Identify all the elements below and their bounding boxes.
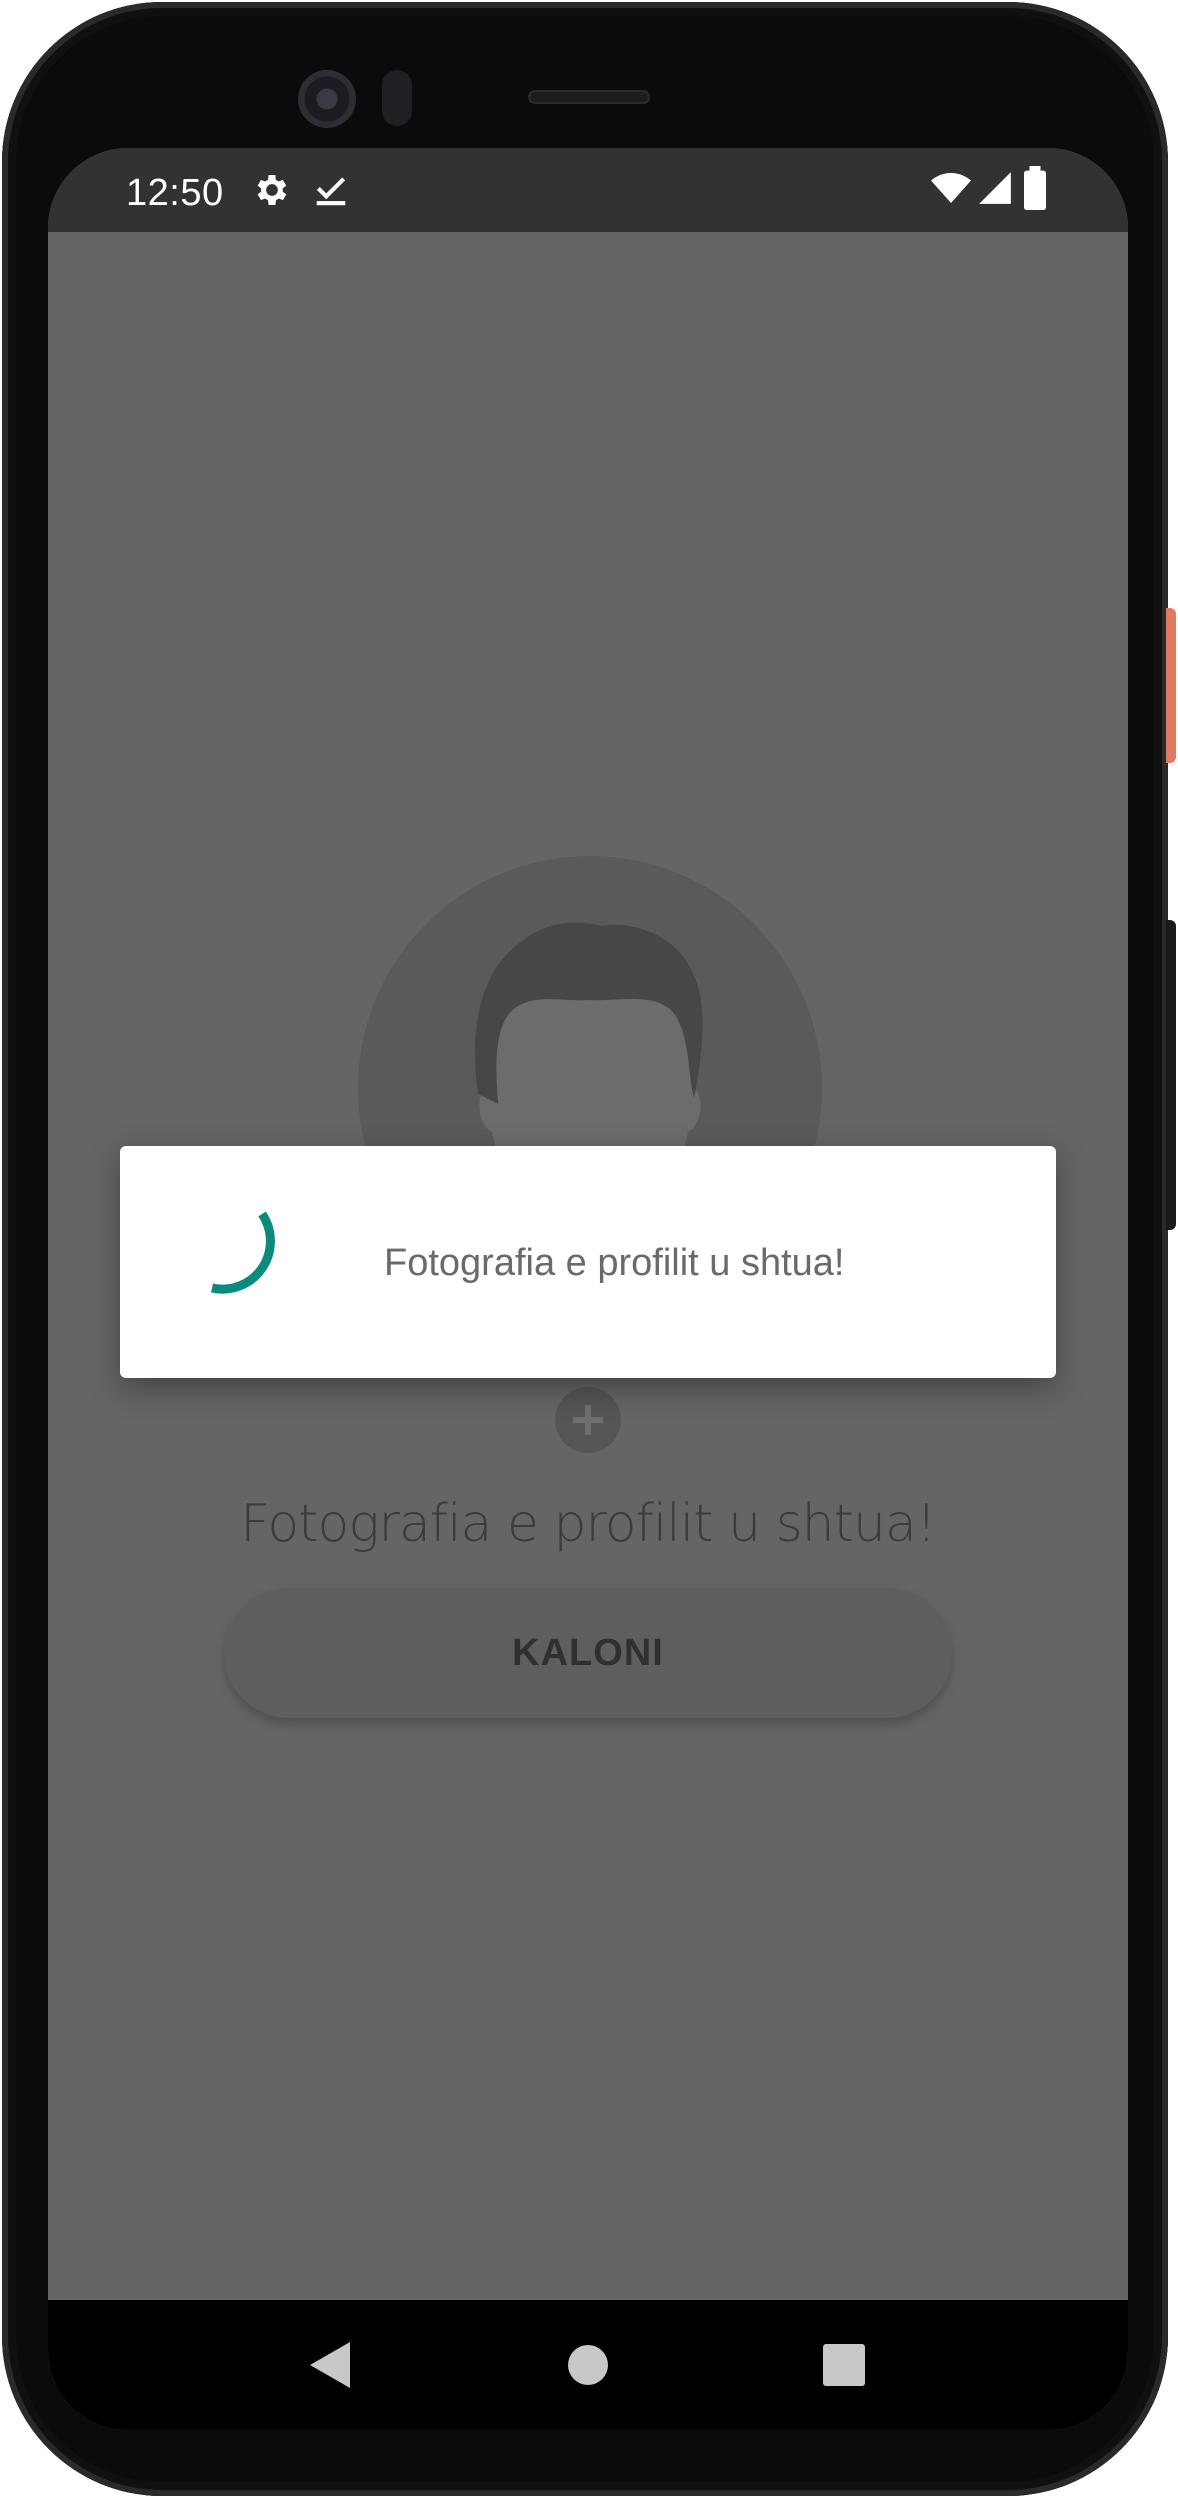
proximity-sensor	[382, 70, 412, 126]
plus-icon	[573, 1405, 603, 1435]
recents-square-icon	[823, 2344, 865, 2386]
earpiece-speaker	[528, 90, 650, 104]
phone-frame: 12:50 Fotografia e profilit u shtua! KAL…	[2, 2, 1168, 2496]
status-time: 12:50	[126, 172, 224, 214]
home-circle-icon	[568, 2345, 608, 2385]
gear-icon	[257, 175, 287, 205]
progress-spinner-icon	[211, 1211, 275, 1294]
status-bar: 12:50	[48, 148, 1128, 232]
front-camera	[298, 70, 356, 128]
progress-dialog: Fotografia e profilit u shtua!	[120, 1146, 1056, 1378]
screen: 12:50 Fotografia e profilit u shtua! KAL…	[48, 148, 1128, 2430]
wifi-icon	[931, 173, 971, 203]
recents-button[interactable]	[774, 2300, 914, 2430]
volume-rocker	[1166, 920, 1176, 1230]
navigation-bar	[48, 2300, 1128, 2430]
profile-photo-added-message: Fotografia e profilit u shtua!	[240, 1494, 936, 1554]
power-button	[1166, 608, 1176, 763]
cellular-signal-icon	[979, 172, 1011, 204]
dialog-message: Fotografia e profilit u shtua!	[384, 1242, 845, 1284]
next-button[interactable]: KALONI	[224, 1588, 952, 1718]
back-button[interactable]	[262, 2300, 402, 2430]
back-triangle-icon	[310, 2342, 350, 2388]
home-button[interactable]	[518, 2300, 658, 2430]
battery-icon	[1024, 166, 1046, 210]
add-photo-button[interactable]	[555, 1387, 621, 1453]
download-done-icon	[316, 177, 346, 206]
